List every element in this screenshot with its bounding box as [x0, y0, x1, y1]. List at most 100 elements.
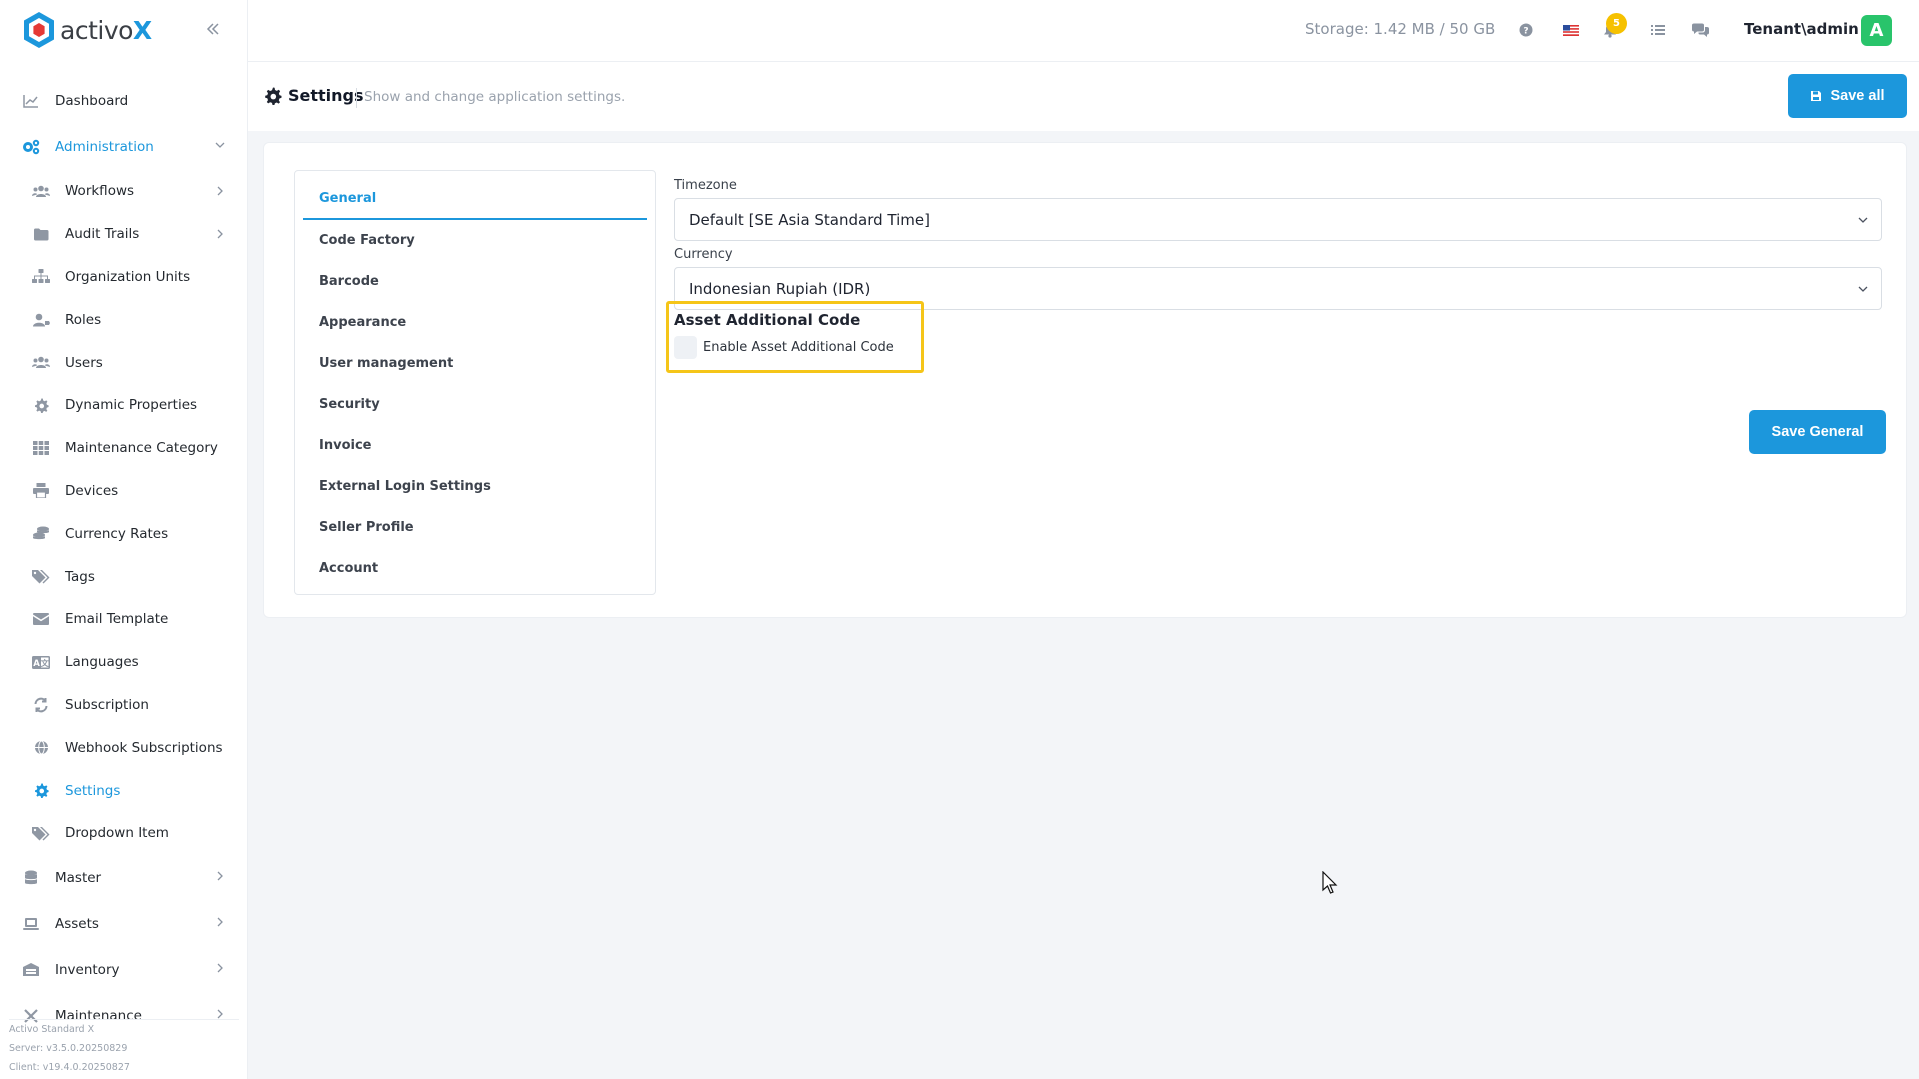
timezone-select[interactable]: Default [SE Asia Standard Time] [674, 198, 1882, 241]
sidebar-item-settings[interactable]: Settings [32, 769, 248, 812]
cog-icon [32, 782, 50, 800]
laptop-icon [22, 915, 40, 933]
sidebar-item-dashboard[interactable]: Dashboard [0, 78, 248, 124]
sidebar-item-label: Settings [65, 782, 121, 799]
tab-user-management[interactable]: User management [303, 343, 647, 384]
page-title-text: Settings [288, 86, 364, 105]
server-version: Server: v3.5.0.20250829 [9, 1043, 128, 1054]
sidebar-item-webhook-subscriptions[interactable]: Webhook Subscriptions [32, 726, 248, 769]
tags-icon [32, 824, 50, 842]
help-icon[interactable]: ? [1515, 19, 1537, 41]
sidebar-item-label: Tags [65, 568, 95, 585]
language-icon: A文 [32, 653, 50, 671]
tab-code-factory[interactable]: Code Factory [303, 220, 647, 261]
title-separator [356, 88, 357, 108]
sidebar-item-organization-units[interactable]: Organization Units [32, 256, 248, 299]
sidebar-item-label: Languages [65, 654, 139, 671]
sidebar-item-languages[interactable]: A 文 Languages [32, 641, 248, 684]
currency-value: Indonesian Rupiah (IDR) [689, 279, 871, 298]
chevron-right-icon [217, 917, 223, 927]
users-icon [32, 354, 50, 372]
chevron-down-icon [1858, 217, 1868, 223]
sidebar-item-assets[interactable]: Assets [0, 901, 248, 947]
sidebar-item-maintenance-category[interactable]: Maintenance Category [32, 427, 248, 470]
sidebar-item-label: Dashboard [55, 93, 129, 109]
page-title: Settings [264, 86, 364, 105]
brand[interactable]: activoX [22, 10, 152, 50]
tab-external-login-settings[interactable]: External Login Settings [303, 466, 647, 507]
svg-text:A: A [33, 659, 40, 669]
folder-icon [32, 225, 50, 243]
sidebar-item-label: Roles [65, 311, 102, 328]
tab-security[interactable]: Security [303, 384, 647, 425]
activox-logo-icon [24, 12, 54, 48]
coins-icon [32, 525, 50, 543]
sidebar-item-inventory[interactable]: Inventory [0, 947, 248, 993]
cogs-icon [22, 138, 40, 156]
sidebar-item-workflows[interactable]: Workflows [32, 170, 248, 213]
chart-line-icon [22, 92, 40, 110]
tab-account[interactable]: Account [303, 548, 647, 589]
avatar[interactable]: A [1861, 15, 1892, 46]
sidebar-item-label: Webhook Subscriptions [65, 739, 223, 756]
sidebar-item-master[interactable]: Master [0, 855, 248, 901]
page-description: Show and change application settings. [364, 89, 626, 105]
chevron-right-icon [217, 1009, 223, 1019]
task-list-icon[interactable] [1647, 19, 1669, 41]
general-settings-form: Timezone Default [SE Asia Standard Time]… [666, 178, 1886, 454]
sidebar-item-roles[interactable]: Roles [32, 298, 248, 341]
timezone-label: Timezone [674, 178, 737, 193]
save-all-button[interactable]: Save all [1788, 74, 1907, 118]
sidebar-item-label: Audit Trails [65, 226, 140, 243]
sidebar-item-dynamic-properties[interactable]: Dynamic Properties [32, 384, 248, 427]
asset-additional-code-title: Asset Additional Code [674, 311, 861, 329]
tab-general[interactable]: General [303, 179, 647, 220]
sidebar-item-administration[interactable]: Administration [0, 124, 248, 170]
chevron-right-icon [217, 871, 223, 881]
sidebar-item-label: Inventory [55, 961, 120, 978]
currency-label: Currency [674, 247, 733, 262]
grid-icon [32, 439, 50, 457]
topbar: Storage: 1.42 MB / 50 GB ? 5 Tenant\admi… [248, 0, 1919, 62]
version-info: Activo Standard X Server: v3.5.0.2025082… [9, 1019, 239, 1077]
notification-badge: 5 [1606, 13, 1627, 34]
svg-text:文: 文 [41, 658, 50, 668]
collapse-sidebar-icon[interactable] [200, 16, 226, 42]
subheader: Settings Show and change application set… [248, 62, 1919, 131]
tab-barcode[interactable]: Barcode [303, 261, 647, 302]
tab-appearance[interactable]: Appearance [303, 302, 647, 343]
tags-icon [32, 568, 50, 586]
client-version: Client: v19.4.0.20250827 [9, 1062, 130, 1073]
gear-icon [265, 87, 282, 105]
enable-asset-additional-code-label[interactable]: Enable Asset Additional Code [703, 340, 894, 355]
sidebar-item-subscription[interactable]: Subscription [32, 684, 248, 727]
settings-tabs: General Code Factory Barcode Appearance User… [294, 170, 656, 595]
svg-text:?: ? [1523, 27, 1528, 37]
sidebar-item-label: Email Template [65, 611, 169, 628]
globe-icon [32, 739, 50, 757]
sitemap-icon [32, 268, 50, 286]
user-name[interactable]: Tenant\admin [1744, 20, 1859, 38]
settings-card: General Code Factory Barcode Appearance User… [263, 142, 1907, 618]
tab-seller-profile[interactable]: Seller Profile [303, 507, 647, 548]
sidebar-item-label: Dropdown Item [65, 825, 169, 842]
chevron-right-icon [217, 186, 223, 196]
chat-icon[interactable] [1689, 19, 1711, 41]
chevron-down-icon [1858, 286, 1868, 292]
sidebar-item-users[interactable]: Users [32, 341, 248, 384]
sidebar-item-label: Devices [65, 482, 119, 499]
sidebar-item-tags[interactable]: Tags [32, 555, 248, 598]
sidebar-item-currency-rates[interactable]: Currency Rates [32, 512, 248, 555]
timezone-value: Default [SE Asia Standard Time] [689, 210, 930, 229]
sidebar-item-label: Administration [55, 139, 154, 155]
tab-invoice[interactable]: Invoice [303, 425, 647, 466]
sidebar: activoX Dashboard Administration Workflo… [0, 0, 248, 1079]
sidebar-item-dropdown-item[interactable]: Dropdown Item [32, 812, 248, 855]
sidebar-item-email-template[interactable]: Email Template [32, 598, 248, 641]
printer-icon [32, 482, 50, 500]
sidebar-item-audit-trails[interactable]: Audit Trails [32, 213, 248, 256]
enable-asset-additional-code-checkbox[interactable] [674, 336, 697, 359]
save-general-button[interactable]: Save General [1749, 410, 1886, 454]
sidebar-item-devices[interactable]: Devices [32, 470, 248, 513]
us-flag-icon[interactable] [1560, 19, 1582, 41]
